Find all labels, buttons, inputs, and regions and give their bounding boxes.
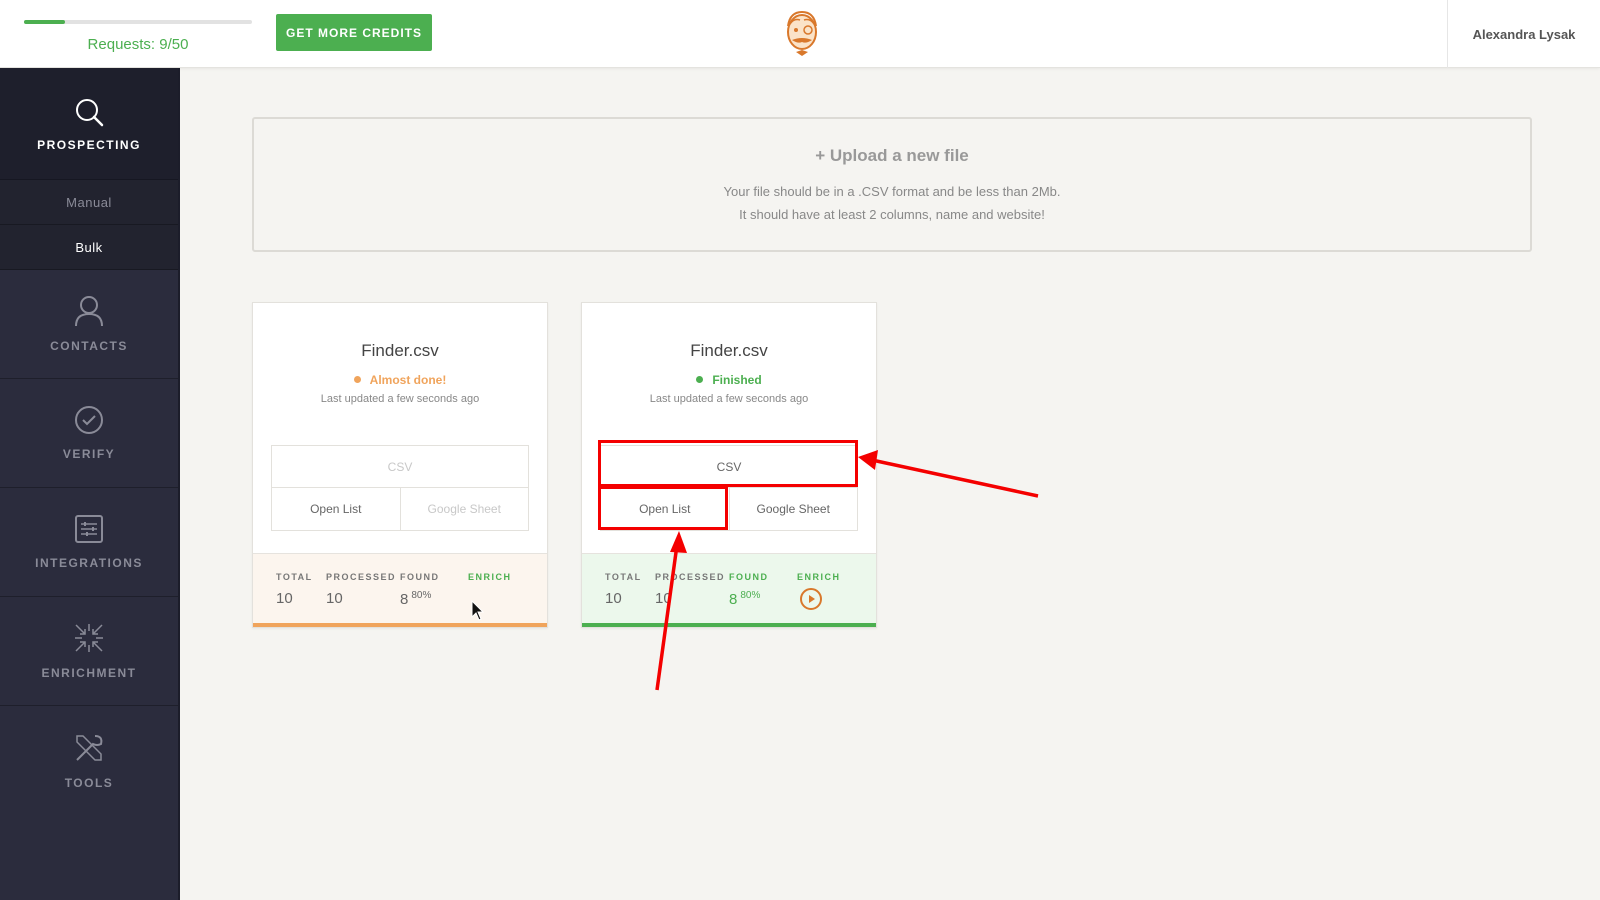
file-stats: TOTAL 10 PROCESSED 10 FOUND 8 80% ENRICH bbox=[582, 553, 876, 627]
annotation-highlight-open-list bbox=[598, 486, 728, 530]
arrows-converge-icon bbox=[75, 624, 103, 652]
play-enrich-icon[interactable] bbox=[799, 587, 823, 611]
annotation-highlight-csv bbox=[598, 440, 858, 487]
logo-icon[interactable] bbox=[780, 8, 824, 60]
stat-value: 10 bbox=[326, 590, 343, 607]
sliders-icon bbox=[75, 515, 103, 543]
requests-meter: Requests: 9/50 bbox=[24, 20, 252, 53]
requests-label: Requests: 9/50 bbox=[87, 36, 189, 53]
sidebar-item-integrations[interactable]: INTEGRATIONS bbox=[0, 488, 178, 597]
user-menu[interactable]: Alexandra Lysak bbox=[1447, 0, 1600, 68]
status-text: Almost done! bbox=[369, 373, 447, 387]
stat-label: PROCESSED bbox=[655, 572, 726, 582]
sidebar-item-label: CONTACTS bbox=[50, 339, 128, 353]
user-name: Alexandra Lysak bbox=[1472, 26, 1576, 42]
check-circle-icon bbox=[75, 406, 103, 434]
stat-found: FOUND 8 80% bbox=[729, 572, 769, 608]
stat-found: FOUND 8 80% bbox=[400, 572, 440, 608]
file-status: Finished bbox=[582, 373, 876, 387]
sidebar-item-tools[interactable]: TOOLS bbox=[0, 706, 178, 815]
file-card: Finder.csv Almost done! Last updated a f… bbox=[252, 302, 548, 628]
sidebar: PROSPECTING Manual Bulk CONTACTS VERIFY … bbox=[0, 68, 180, 900]
file-status: Almost done! bbox=[253, 373, 547, 387]
stat-label: PROCESSED bbox=[326, 572, 397, 582]
sidebar-item-label: ENRICHMENT bbox=[41, 666, 137, 680]
get-more-credits-button[interactable]: GET MORE CREDITS bbox=[276, 14, 432, 51]
upload-hint-columns: It should have at least 2 columns, name … bbox=[739, 207, 1045, 222]
sidebar-subitem-bulk[interactable]: Bulk bbox=[0, 225, 178, 270]
stat-processed: PROCESSED 10 bbox=[326, 572, 396, 607]
sidebar-item-label: TOOLS bbox=[64, 775, 114, 790]
sidebar-item-contacts[interactable]: CONTACTS bbox=[0, 270, 178, 379]
last-updated: Last updated a few seconds ago bbox=[649, 393, 809, 405]
search-icon bbox=[76, 98, 104, 126]
open-list-button[interactable]: Open List bbox=[272, 488, 401, 530]
google-sheet-button[interactable]: Google Sheet bbox=[730, 488, 858, 530]
sidebar-item-label: PROSPECTING bbox=[37, 137, 141, 152]
file-name: Finder.csv bbox=[361, 341, 439, 360]
stat-enrich: ENRICH bbox=[468, 572, 512, 582]
file-stats: TOTAL 10 PROCESSED 10 FOUND 8 80% ENRICH bbox=[253, 553, 547, 627]
stat-label: ENRICH bbox=[468, 572, 512, 582]
upload-hint-format: Your file should be in a .CSV format and… bbox=[723, 184, 1061, 199]
found-percent: 80% bbox=[740, 590, 761, 601]
sidebar-item-label: VERIFY bbox=[62, 447, 116, 461]
found-count: 8 bbox=[400, 591, 409, 608]
stat-enrich: ENRICH bbox=[797, 572, 841, 616]
google-sheet-button[interactable]: Google Sheet bbox=[401, 488, 529, 530]
stat-label: FOUND bbox=[400, 572, 440, 582]
stat-value: 10 bbox=[655, 590, 672, 607]
status-text: Finished bbox=[712, 373, 762, 387]
stat-label: TOTAL bbox=[276, 572, 313, 582]
sidebar-subitem-manual[interactable]: Manual bbox=[0, 180, 178, 225]
sidebar-item-enrichment[interactable]: ENRICHMENT bbox=[0, 597, 178, 706]
file-name: Finder.csv bbox=[690, 341, 768, 360]
stat-value: 8 80% bbox=[400, 590, 440, 608]
stat-value: 10 bbox=[605, 590, 622, 607]
tools-icon bbox=[76, 734, 103, 761]
sidebar-item-label: INTEGRATIONS bbox=[35, 556, 143, 570]
found-count: 8 bbox=[729, 591, 738, 608]
stat-processed: PROCESSED 10 bbox=[655, 572, 725, 607]
sidebar-item-prospecting[interactable]: PROSPECTING bbox=[0, 68, 178, 180]
requests-progress-fill bbox=[24, 20, 66, 24]
status-dot-icon bbox=[696, 376, 704, 383]
stat-value: 10 bbox=[276, 590, 293, 607]
stat-label: TOTAL bbox=[605, 572, 642, 582]
mouse-cursor-icon bbox=[471, 600, 485, 621]
stat-total: TOTAL 10 bbox=[605, 572, 642, 607]
sidebar-item-verify[interactable]: VERIFY bbox=[0, 379, 178, 488]
stat-label: ENRICH bbox=[797, 572, 841, 582]
stat-label: FOUND bbox=[729, 572, 769, 582]
upload-title[interactable]: + Upload a new file bbox=[254, 146, 1530, 166]
person-icon bbox=[75, 296, 103, 327]
stat-total: TOTAL 10 bbox=[276, 572, 313, 607]
status-dot-icon bbox=[353, 376, 361, 383]
upload-dropzone[interactable]: + Upload a new file Your file should be … bbox=[252, 117, 1532, 252]
stat-value: 8 80% bbox=[729, 590, 769, 608]
top-header: Requests: 9/50 GET MORE CREDITS Alexandr… bbox=[0, 0, 1600, 68]
export-buttons: CSV Open List Google Sheet bbox=[271, 445, 529, 531]
csv-button[interactable]: CSV bbox=[272, 446, 528, 488]
found-percent: 80% bbox=[411, 590, 432, 601]
requests-progress-bar bbox=[24, 20, 252, 24]
last-updated: Last updated a few seconds ago bbox=[320, 393, 480, 405]
